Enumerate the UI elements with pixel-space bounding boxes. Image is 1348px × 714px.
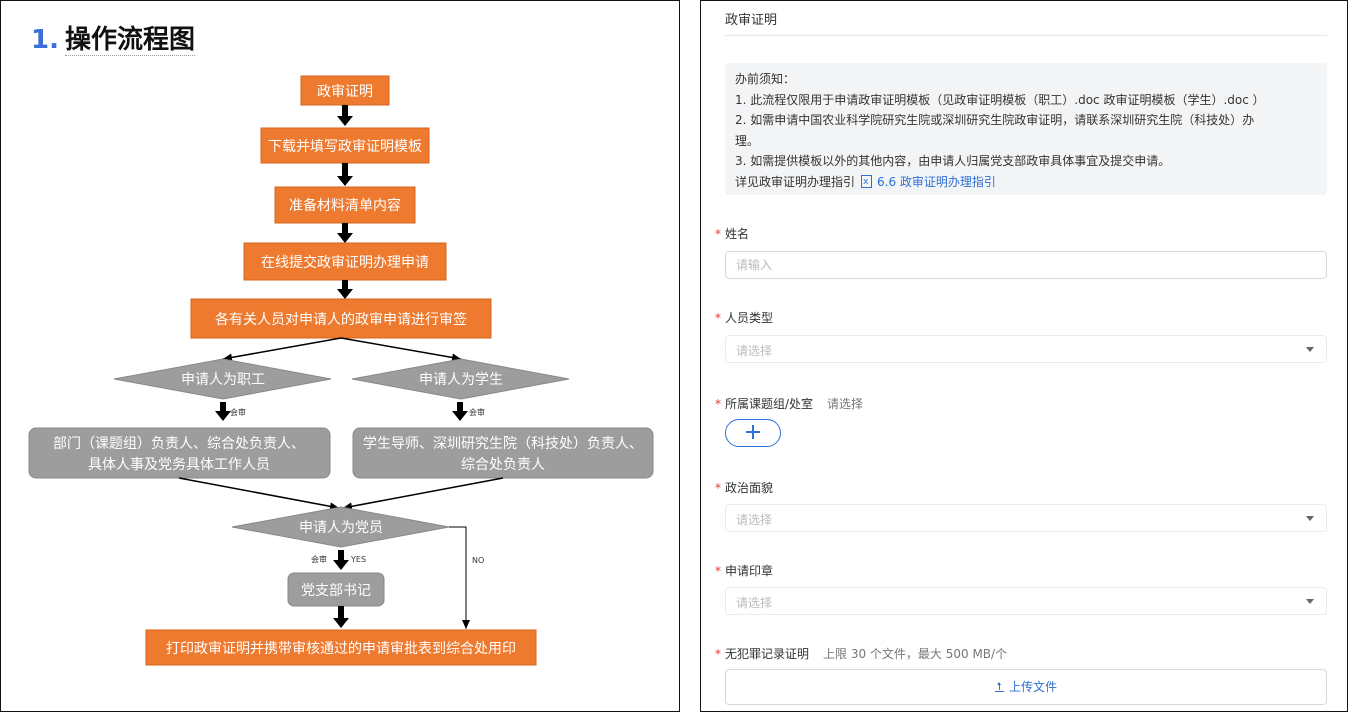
political-status-label: * 政治面貌 <box>715 481 774 495</box>
approver-student-line2: 综合处负责人 <box>461 457 545 473</box>
flow-step-3-label: 准备材料清单内容 <box>289 197 401 214</box>
arrow-to-staff <box>222 337 342 362</box>
seal-label: * 申请印章 <box>715 564 774 578</box>
thick-arrow <box>337 163 353 186</box>
form-title: 政审证明 <box>725 13 778 28</box>
countersign-label-party: 会审 <box>311 554 327 564</box>
approver-staff-line1: 部门（课题组）负责人、综合处负责人、 <box>53 436 305 452</box>
party-secretary-label: 党支部书记 <box>301 583 371 599</box>
decision-staff-label: 申请人为职工 <box>181 372 265 388</box>
thick-arrow <box>337 280 353 299</box>
form-panel: 政审证明 办前须知： 1. 此流程仅限用于申请政审证明模板（见政审证明模板（职工… <box>700 0 1348 712</box>
approver-student-box: 学生导师、深圳研究生院（科技处）负责人、 综合处负责人 <box>352 427 654 479</box>
flow-step-3: 准备材料清单内容 <box>274 186 416 224</box>
chevron-down-icon <box>1306 347 1314 352</box>
plus-icon <box>746 425 760 439</box>
arrow-no-branch <box>449 526 470 629</box>
thick-arrow <box>452 402 468 421</box>
thick-arrow <box>333 606 349 628</box>
decision-staff: 申请人为职工 <box>113 358 332 400</box>
decision-student: 申请人为学生 <box>351 358 570 400</box>
upload-file-button[interactable]: 上传文件 <box>725 669 1327 705</box>
countersign-label-student: 会审 <box>469 407 485 417</box>
required-mark: * <box>715 397 721 411</box>
person-type-label: * 人员类型 <box>715 311 774 325</box>
flow-step-5: 各有关人员对申请人的政审申请进行审签 <box>190 298 492 339</box>
arrow-to-student <box>340 337 462 362</box>
required-mark: * <box>715 564 721 578</box>
notice-line-1: 1. 此流程仅限用于申请政审证明模板（见政审证明模板（职工）.doc 政审证明模… <box>735 92 1265 107</box>
approver-staff-line2: 具体人事及党务具体工作人员 <box>88 457 270 473</box>
thick-arrow <box>215 402 231 421</box>
required-mark: * <box>715 227 721 241</box>
flow-step-1: 政审证明 <box>300 75 390 106</box>
flowchart-diagram: 政审证明 下载并填写政审证明模板 准备材料清单内容 在线提交政审证明办理申请 各… <box>28 75 654 666</box>
political-status-select[interactable]: 请选择 <box>725 504 1327 532</box>
flow-final-step-label: 打印政审证明并携带审核通过的申请审批表到综合处用印 <box>166 640 516 657</box>
person-type-placeholder: 请选择 <box>736 344 773 358</box>
no-label: NO <box>472 556 484 565</box>
group-label: * 所属课题组/处室 请选择 <box>715 397 864 411</box>
approver-student-line1: 学生导师、深圳研究生院（科技处）负责人、 <box>363 436 643 452</box>
party-secretary-box: 党支部书记 <box>287 572 385 607</box>
notice-line-3: 3. 如需提供模板以外的其他内容，由申请人归属党支部政审具体事宜及提交申请。 <box>735 154 1171 168</box>
flowchart-panel: 1. 操作流程图 政审证明 下载并填写政审证明模板 准备材料清单内容 在线提交政审… <box>0 0 680 712</box>
flow-step-4-label: 在线提交政审证明办理申请 <box>261 254 429 271</box>
flow-step-5-label: 各有关人员对申请人的政审申请进行审签 <box>215 311 467 328</box>
decision-student-label: 申请人为学生 <box>419 372 503 388</box>
countersign-label-staff: 会审 <box>230 407 246 417</box>
required-mark: * <box>715 311 721 325</box>
decision-party: 申请人为党员 <box>231 506 450 548</box>
chevron-down-icon <box>1306 516 1314 521</box>
flow-step-2-label: 下载并填写政审证明模板 <box>268 139 422 155</box>
excel-file-icon <box>861 172 873 192</box>
chevron-down-icon <box>1306 599 1314 604</box>
required-mark: * <box>715 481 721 495</box>
upload-file-label: 上传文件 <box>1008 680 1057 694</box>
seal-placeholder: 请选择 <box>736 596 773 610</box>
upload-icon <box>994 682 1004 692</box>
yes-label: YES <box>350 555 366 564</box>
arrow-merge-student <box>342 477 504 511</box>
decision-party-label: 申请人为党员 <box>299 520 383 536</box>
flow-final-step: 打印政审证明并携带审核通过的申请审批表到综合处用印 <box>145 629 537 666</box>
upload-limit-hint: 上限 30 个文件，最大 500 MB/个 <box>823 647 1008 661</box>
guide-label: 详见政审证明办理指引 <box>735 174 856 189</box>
notice-box: 办前须知： 1. 此流程仅限用于申请政审证明模板（见政审证明模板（职工）.doc… <box>725 63 1327 195</box>
group-hint: 请选择 <box>827 397 864 411</box>
guide-link[interactable]: 6.6 政审证明办理指引 <box>877 175 996 189</box>
add-group-button[interactable] <box>725 419 781 447</box>
notice-heading: 办前须知： <box>735 72 796 86</box>
name-field <box>725 251 1327 279</box>
thick-arrow <box>337 105 353 126</box>
notice-line-2a: 2. 如需申请中国农业科学院研究生院或深圳研究生院政审证明，请联系深圳研究生院（… <box>735 113 1255 127</box>
arrow-merge-staff <box>178 477 340 511</box>
person-type-select[interactable]: 请选择 <box>725 335 1327 363</box>
seal-select[interactable]: 请选择 <box>725 587 1327 615</box>
name-input[interactable] <box>726 252 1326 278</box>
flow-step-2: 下载并填写政审证明模板 <box>260 127 430 164</box>
notice-guide: 详见政审证明办理指引 6.6 政审证明办理指引 <box>735 172 1317 193</box>
thick-arrow <box>337 223 353 243</box>
required-mark: * <box>715 647 721 661</box>
flow-step-1-label: 政审证明 <box>317 84 373 100</box>
name-label: * 姓名 <box>715 227 750 241</box>
flow-step-4: 在线提交政审证明办理申请 <box>243 242 447 281</box>
political-status-placeholder: 请选择 <box>736 513 773 527</box>
no-crime-record-label: * 无犯罪记录证明 上限 30 个文件，最大 500 MB/个 <box>715 647 1008 661</box>
notice-line-2b: 理。 <box>735 133 760 148</box>
thick-arrow <box>333 550 349 570</box>
approver-staff-box: 部门（课题组）负责人、综合处负责人、 具体人事及党务具体工作人员 <box>28 427 331 479</box>
title-divider <box>725 35 1327 36</box>
